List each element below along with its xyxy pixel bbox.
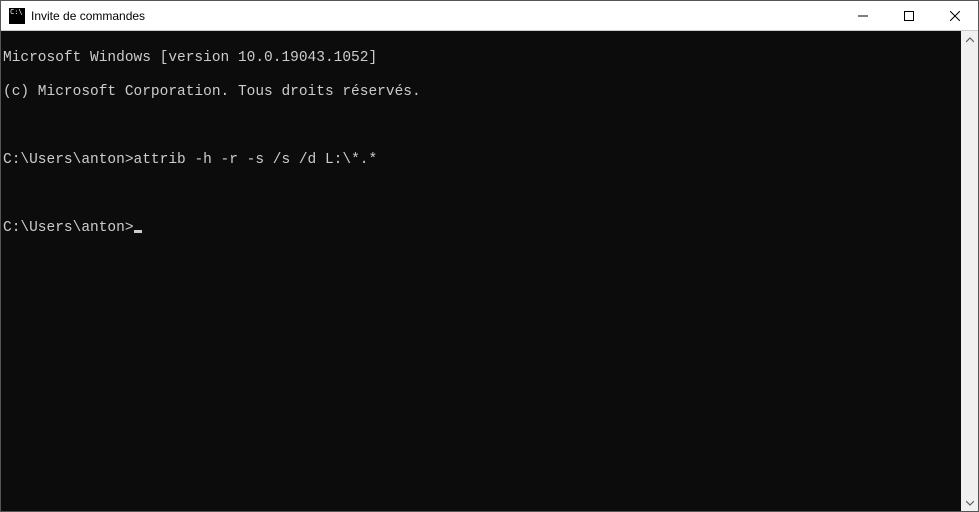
window-title: Invite de commandes: [31, 9, 840, 23]
minimize-button[interactable]: [840, 1, 886, 30]
vertical-scrollbar[interactable]: [961, 31, 978, 511]
cmd-icon: [9, 8, 25, 24]
window-controls: [840, 1, 978, 30]
active-prompt-line: C:\Users\anton>: [3, 220, 961, 237]
output-line: (c) Microsoft Corporation. Tous droits r…: [3, 84, 961, 101]
console-viewport: Microsoft Windows [version 10.0.19043.10…: [1, 31, 978, 511]
close-button[interactable]: [932, 1, 978, 30]
prompt-text: C:\Users\anton>: [3, 152, 134, 168]
scroll-up-button[interactable]: [961, 31, 978, 48]
console-output[interactable]: Microsoft Windows [version 10.0.19043.10…: [1, 31, 961, 511]
chevron-down-icon: [966, 499, 974, 507]
chevron-up-icon: [966, 36, 974, 44]
minimize-icon: [858, 11, 868, 21]
scroll-down-button[interactable]: [961, 494, 978, 511]
command-prompt-window: Invite de commandes Microsoft Windows [v…: [0, 0, 979, 512]
cursor: [134, 230, 142, 233]
titlebar[interactable]: Invite de commandes: [1, 1, 978, 31]
prompt-text: C:\Users\anton>: [3, 220, 134, 236]
command-line: C:\Users\anton>attrib -h -r -s /s /d L:\…: [3, 152, 961, 169]
output-blank: [3, 186, 961, 203]
maximize-icon: [904, 11, 914, 21]
output-blank: [3, 118, 961, 135]
command-text: attrib -h -r -s /s /d L:\*.*: [134, 152, 378, 168]
maximize-button[interactable]: [886, 1, 932, 30]
close-icon: [950, 11, 960, 21]
output-line: Microsoft Windows [version 10.0.19043.10…: [3, 50, 961, 67]
